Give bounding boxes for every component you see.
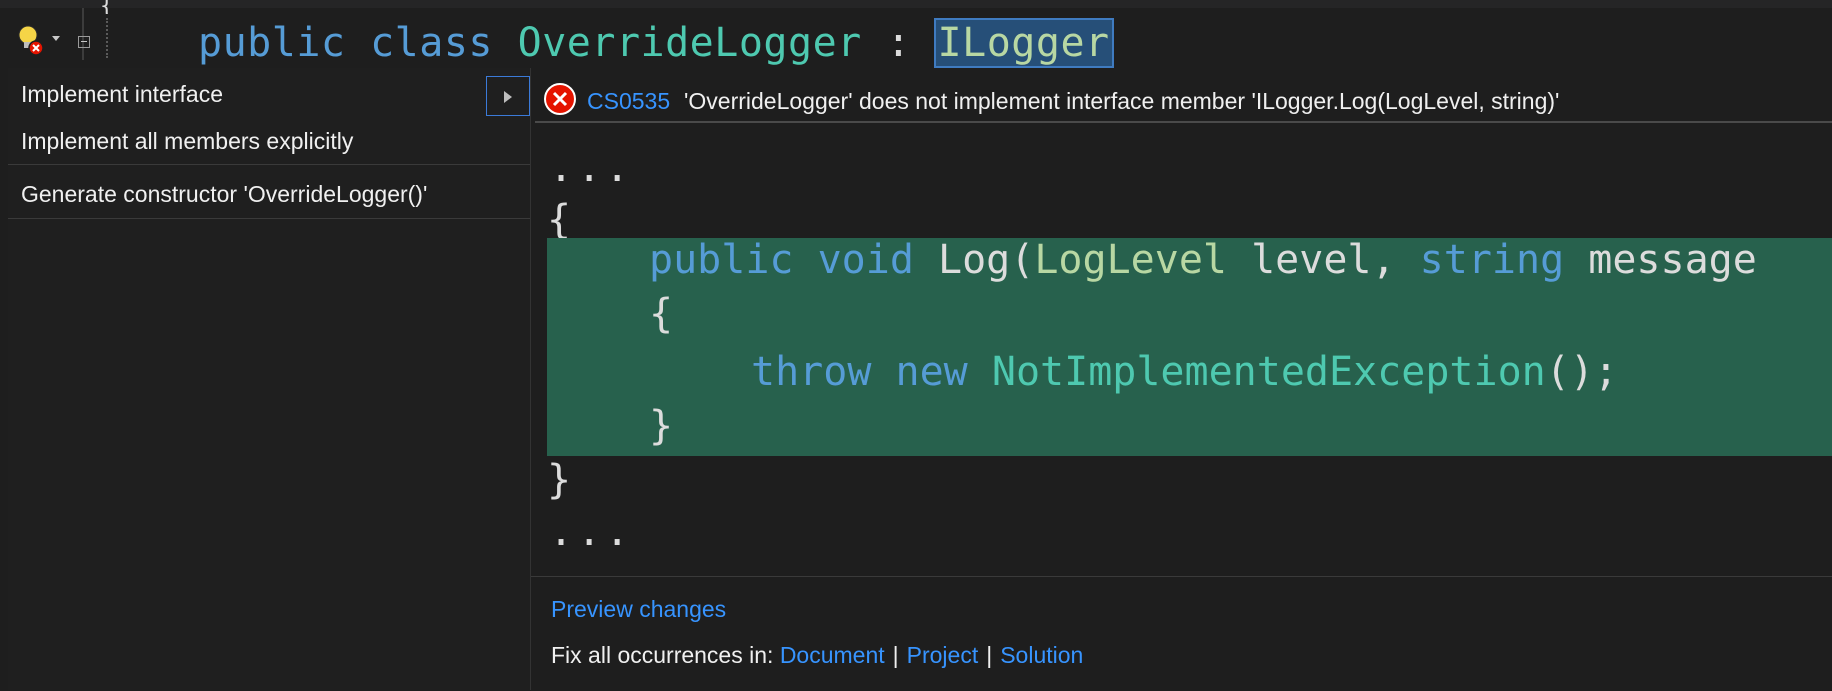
param-type-string: string: [1419, 237, 1565, 283]
interface-token-selected[interactable]: ILogger: [933, 18, 1114, 68]
menu-item-implement-interface[interactable]: Implement interface: [8, 72, 530, 116]
preview-brace-close: }: [547, 457, 572, 503]
editor-top-edge: [0, 0, 1832, 8]
keyword-void: void: [817, 237, 914, 283]
menu-separator: [8, 218, 530, 219]
preview-ellipsis-bottom: ...: [549, 509, 634, 555]
scope-separator: |: [892, 642, 899, 668]
quick-actions-menu: Implement interface Implement all member…: [8, 68, 531, 690]
lightbulb-error-icon: [18, 25, 60, 56]
preview-method-signature: public void Log(LogLevel level, string m…: [649, 232, 1757, 288]
preview-footer: Preview changes Fix all occurrences in: …: [531, 576, 1832, 691]
indent-guide: [82, 8, 84, 60]
class-name: OverrideLogger: [517, 20, 862, 66]
exception-type: NotImplementedException: [991, 349, 1546, 395]
fix-all-label: Fix all occurrences in:: [551, 642, 774, 668]
preview-method-brace-close: }: [649, 403, 674, 449]
scope-separator: |: [986, 642, 993, 668]
scope-project-link[interactable]: Project: [907, 642, 979, 668]
param-type-loglevel: LogLevel: [1034, 237, 1227, 283]
collapse-icon[interactable]: [78, 36, 90, 48]
menu-item-generate-constructor[interactable]: Generate constructor 'OverrideLogger()': [8, 172, 530, 216]
keyword-class: class: [370, 20, 494, 66]
error-icon: [544, 83, 576, 115]
keyword-public: public: [649, 237, 794, 283]
diagnostic-message: 'OverrideLogger' does not implement inte…: [684, 88, 1560, 114]
keyword-throw: throw: [751, 349, 872, 395]
chevron-right-icon: [504, 91, 512, 103]
keyword-new: new: [895, 349, 968, 395]
diagnostic-row: CS0535 'OverrideLogger' does not impleme…: [531, 68, 1832, 123]
keyword-public: public: [198, 20, 346, 66]
preview-ellipsis-top: ...: [549, 145, 634, 191]
lightbulb-error-button[interactable]: [14, 22, 64, 58]
param-message: message: [1564, 237, 1757, 283]
method-name: Log(: [938, 237, 1035, 283]
diagnostic-code-link[interactable]: CS0535: [587, 68, 670, 134]
scope-document-link[interactable]: Document: [780, 642, 885, 668]
menu-separator: [8, 164, 530, 165]
class-declaration-line: public class OverrideLogger : ILogger: [198, 18, 1114, 68]
menu-item-implement-explicitly[interactable]: Implement all members explicitly: [8, 119, 530, 163]
fix-all-row: Fix all occurrences in: Document | Project…: [551, 637, 1083, 673]
diagnostic-divider: [535, 121, 1832, 123]
previous-line-brace: {: [100, 0, 114, 14]
indent-guide-dotted: [106, 18, 108, 58]
colon-token: :: [886, 20, 911, 66]
preview-method-brace-open: {: [649, 291, 674, 337]
throw-tail: ();: [1545, 349, 1618, 395]
preview-pane: CS0535 'OverrideLogger' does not impleme…: [530, 68, 1832, 691]
preview-throw-statement: throw new NotImplementedException();: [751, 344, 1618, 400]
submenu-expand-button[interactable]: [486, 76, 530, 116]
param-level: level,: [1227, 237, 1420, 283]
scope-solution-link[interactable]: Solution: [1000, 642, 1083, 668]
preview-changes-link[interactable]: Preview changes: [551, 591, 726, 627]
